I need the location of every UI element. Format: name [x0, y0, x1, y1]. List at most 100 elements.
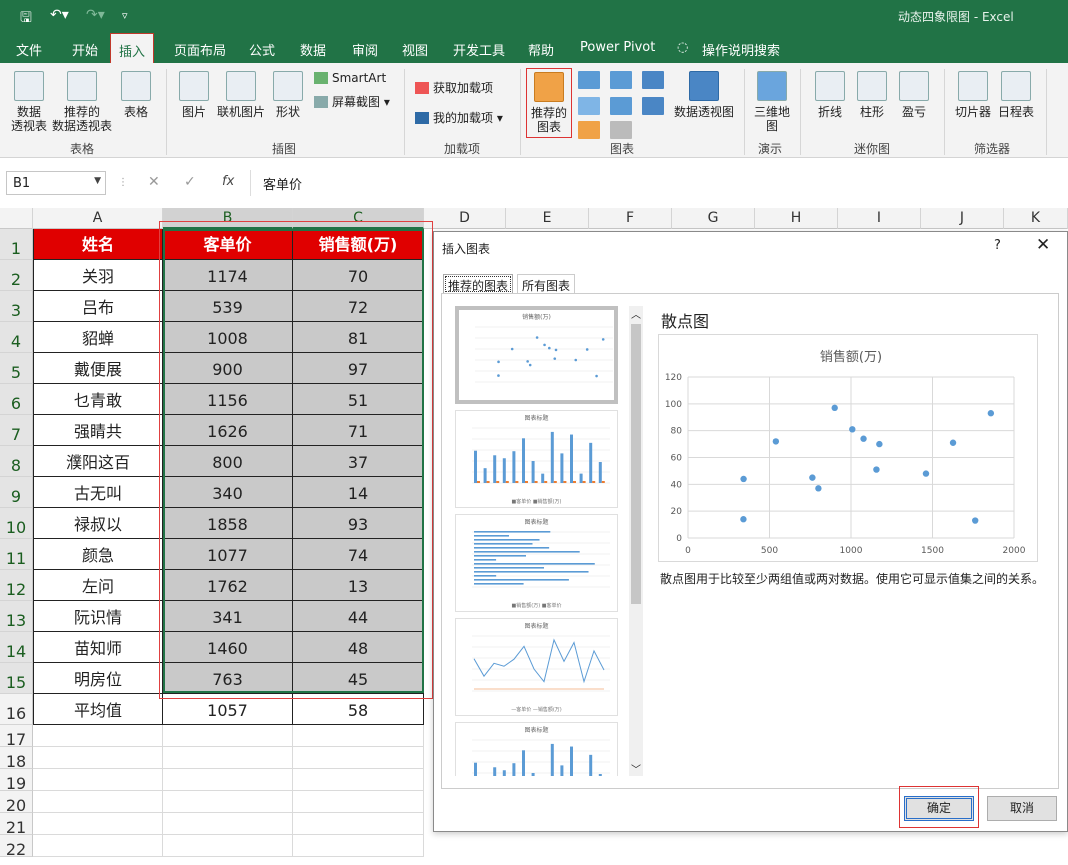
sparkline-winloss-button[interactable]: 盈亏 — [896, 71, 932, 119]
empty-cell[interactable] — [163, 835, 293, 857]
row-header[interactable]: 9 — [0, 477, 33, 508]
menu-file[interactable]: 文件 — [16, 40, 42, 59]
screenshot-button[interactable]: 屏幕截图 ▾ — [314, 93, 390, 110]
table-cell[interactable]: 貂蝉 — [33, 322, 163, 353]
column-header[interactable]: C — [293, 208, 424, 229]
line-chart-icon[interactable] — [578, 97, 600, 115]
table-cell[interactable]: 341 — [163, 601, 293, 632]
empty-cell[interactable] — [33, 813, 163, 835]
row-header[interactable]: 20 — [0, 791, 33, 815]
table-cell[interactable]: 14 — [293, 477, 424, 508]
table-cell[interactable]: 1174 — [163, 260, 293, 291]
thumbnail-scrollbar[interactable]: ︿ ﹀ — [629, 306, 643, 776]
table-cell[interactable]: 吕布 — [33, 291, 163, 322]
column-header[interactable]: F — [589, 208, 672, 229]
menu-page-layout[interactable]: 页面布局 — [174, 40, 226, 59]
table-cell[interactable]: 禄叔以 — [33, 508, 163, 539]
table-cell[interactable]: 明房位 — [33, 663, 163, 694]
table-cell[interactable]: 濮阳这百 — [33, 446, 163, 477]
row-header[interactable]: 10 — [0, 508, 33, 539]
empty-cell[interactable] — [293, 769, 424, 791]
row-header[interactable]: 3 — [0, 291, 33, 322]
slicer-button[interactable]: 切片器 — [952, 71, 994, 119]
column-header[interactable]: B — [163, 208, 293, 229]
empty-cell[interactable] — [33, 769, 163, 791]
table-cell[interactable]: 97 — [293, 353, 424, 384]
row-header[interactable]: 14 — [0, 632, 33, 663]
column-header[interactable]: E — [506, 208, 589, 229]
empty-cell[interactable] — [33, 747, 163, 769]
pivot-chart-button[interactable]: 数据透视图 — [672, 71, 736, 119]
table-cell[interactable]: 45 — [293, 663, 424, 694]
menu-formulas[interactable]: 公式 — [249, 40, 275, 59]
enter-icon[interactable]: ✓ — [184, 174, 196, 190]
close-icon[interactable]: ✕ — [1036, 235, 1050, 255]
row-header[interactable]: 13 — [0, 601, 33, 632]
menu-help[interactable]: 帮助 — [528, 40, 554, 59]
table-cell[interactable]: 1008 — [163, 322, 293, 353]
recommended-charts-button[interactable]: 推荐的 图表 — [526, 68, 572, 138]
chart-thumbnail[interactable]: 图表标题 ■客单价 ■销售额(万) — [455, 410, 618, 508]
menu-data[interactable]: 数据 — [300, 40, 326, 59]
table-cell[interactable]: 48 — [293, 632, 424, 663]
table-cell[interactable]: 古无叫 — [33, 477, 163, 508]
menu-developer[interactable]: 开发工具 — [453, 40, 505, 59]
column-chart-icon[interactable] — [578, 71, 600, 89]
row-header[interactable]: 22 — [0, 835, 33, 859]
table-cell[interactable]: 1156 — [163, 384, 293, 415]
row-header[interactable]: 19 — [0, 769, 33, 793]
table-cell[interactable]: 左问 — [33, 570, 163, 601]
row-header[interactable]: 5 — [0, 353, 33, 384]
table-cell[interactable]: 关羽 — [33, 260, 163, 291]
statistic-chart-icon[interactable] — [610, 97, 632, 115]
column-header[interactable]: J — [921, 208, 1004, 229]
row-header[interactable]: 16 — [0, 694, 33, 725]
table-cell[interactable]: 72 — [293, 291, 424, 322]
pie-chart-icon[interactable] — [578, 121, 600, 139]
table-header-cell[interactable]: 客单价 — [163, 229, 293, 260]
row-header[interactable]: 21 — [0, 813, 33, 837]
tab-recommended-charts[interactable]: 推荐的图表 — [443, 274, 514, 294]
empty-cell[interactable] — [163, 725, 293, 747]
empty-cell[interactable] — [163, 791, 293, 813]
row-header[interactable]: 6 — [0, 384, 33, 415]
column-header[interactable]: G — [672, 208, 755, 229]
help-icon[interactable]: ? — [994, 238, 1001, 253]
recommended-pivot-button[interactable]: 推荐的 数据透视表 — [50, 71, 114, 133]
menu-tell-me[interactable]: 操作说明搜索 — [702, 40, 780, 59]
table-cell[interactable]: 戴便展 — [33, 353, 163, 384]
table-cell[interactable]: 51 — [293, 384, 424, 415]
chart-thumbnail[interactable]: 图表标题 ■销售额(万) ■客单价 — [455, 514, 618, 612]
3d-map-button[interactable]: 三维地 图 — [752, 71, 792, 133]
empty-cell[interactable] — [33, 835, 163, 857]
table-header-cell[interactable]: 销售额(万) — [293, 229, 424, 260]
table-cell[interactable]: 1626 — [163, 415, 293, 446]
menu-power-pivot[interactable]: Power Pivot — [580, 40, 655, 55]
name-box[interactable]: B1 ▼ — [6, 171, 106, 195]
empty-cell[interactable] — [293, 725, 424, 747]
scatter-chart-icon[interactable] — [610, 121, 632, 139]
table-cell[interactable]: 763 — [163, 663, 293, 694]
waterfall-chart-icon[interactable] — [642, 71, 664, 89]
table-cell[interactable]: 70 — [293, 260, 424, 291]
row-header[interactable]: 7 — [0, 415, 33, 446]
table-cell[interactable]: 93 — [293, 508, 424, 539]
row-header[interactable]: 4 — [0, 322, 33, 353]
scroll-up-icon[interactable]: ︿ — [631, 306, 641, 321]
table-cell[interactable]: 苗知师 — [33, 632, 163, 663]
column-header[interactable]: H — [755, 208, 838, 229]
chart-thumbnail[interactable]: 图表标题 — [455, 722, 618, 776]
empty-cell[interactable] — [293, 791, 424, 813]
row-header[interactable]: 11 — [0, 539, 33, 570]
save-icon[interactable]: 🖫 — [20, 7, 32, 31]
table-cell[interactable]: 74 — [293, 539, 424, 570]
column-header[interactable]: D — [424, 208, 506, 229]
menu-view[interactable]: 视图 — [402, 40, 428, 59]
formula-input[interactable]: 客单价 — [250, 170, 1068, 196]
sparkline-column-button[interactable]: 柱形 — [854, 71, 890, 119]
customize-quick-access-icon[interactable]: ▿ — [122, 9, 128, 22]
table-cell[interactable]: 1762 — [163, 570, 293, 601]
select-all-corner[interactable] — [0, 208, 33, 229]
scroll-down-icon[interactable]: ﹀ — [631, 761, 641, 776]
table-button[interactable]: 表格 — [118, 71, 154, 119]
